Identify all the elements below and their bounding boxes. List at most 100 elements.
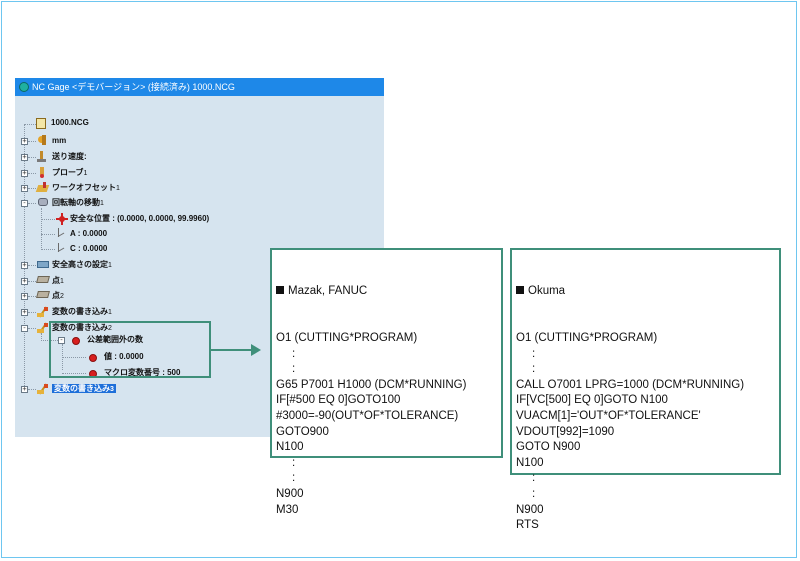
variable-write-3-node-index: 3 [110, 386, 114, 393]
rotary-move-node-index: 1 [100, 200, 104, 207]
unit-node-label: mm [52, 136, 67, 145]
tree-connector [28, 312, 36, 313]
tree-connector [28, 157, 36, 158]
tree-connector [24, 124, 25, 392]
variable-write-1-node-label: 変数の書き込み [52, 307, 108, 316]
offset-icon [35, 182, 50, 193]
expand-icon[interactable]: + [21, 138, 28, 145]
code-line: : [276, 347, 296, 360]
variable-write-1-node[interactable]: 変数の書き込み1 [52, 305, 112, 319]
point-icon [36, 290, 50, 299]
rotary-move-node[interactable]: 回転軸の移動1 [52, 196, 104, 210]
expand-icon[interactable]: + [21, 293, 28, 300]
expand-icon[interactable]: + [21, 170, 28, 177]
code-line: IF[#500 EQ 0]GOTO100 [276, 394, 401, 407]
variable-icon [37, 322, 49, 334]
window-title: NC Gage <デモバージョン> (接続済み) 1000.NCG [32, 82, 235, 92]
point-2-node[interactable]: 点2 [52, 289, 64, 303]
code-header-label: Okuma [528, 285, 566, 298]
tree-connector [28, 141, 36, 142]
axis-c-node-label: C : 0.0000 [70, 244, 108, 253]
title-bar: NC Gage <デモバージョン> (接続済み) 1000.NCG [15, 78, 384, 96]
expand-icon[interactable]: + [21, 262, 28, 269]
code-line: VDOUT[992]=1090 [516, 425, 615, 438]
mazak-fanuc-code-panel: Mazak, FANUC O1 (CUTTING*PROGRAM) : : G65… [270, 248, 503, 516]
axis-c-node[interactable]: C : 0.0000 [70, 242, 107, 256]
tree-connector [41, 234, 55, 235]
expand-icon[interactable]: + [21, 185, 28, 192]
point-2-node-label: 点 [52, 291, 60, 300]
tree-connector [28, 389, 36, 390]
code-line: GOTO900 [276, 425, 329, 438]
code-header: Mazak, FANUC [276, 284, 497, 300]
arrow-line [211, 349, 255, 351]
tree-connector [28, 203, 36, 204]
feed-rate-node[interactable]: 送り速度: [52, 150, 87, 164]
unit-node[interactable]: mm [52, 134, 66, 148]
tree-connector [28, 328, 36, 329]
file-icon [36, 118, 46, 129]
axis-a-node-label: A : 0.0000 [70, 229, 108, 238]
code-line: #3000=-90(OUT*OF*TOLERANCE) [276, 409, 459, 422]
code-lines: O1 (CUTTING*PROGRAM) : : G65 P7001 H1000 … [276, 331, 497, 518]
code-line: : [516, 472, 536, 485]
probe-node-index: 1 [83, 170, 88, 177]
height-icon [37, 259, 50, 269]
tree-connector [41, 249, 55, 250]
variable-write-3-node[interactable]: 変数の書き込み3 [52, 382, 116, 396]
expand-icon[interactable]: + [21, 278, 28, 285]
code-header: Okuma [516, 284, 775, 300]
probe-icon [37, 167, 47, 179]
tree-connector [41, 208, 42, 248]
safe-height-node-index: 1 [108, 262, 112, 269]
point-1-node-index: 1 [60, 278, 64, 285]
collapse-icon[interactable]: - [21, 200, 28, 207]
tree-root[interactable]: 1000.NCG [51, 116, 89, 130]
code-line: G65 P7001 H1000 (DCM*RUNNING) [276, 378, 467, 391]
code-line: : [276, 472, 296, 485]
probe-node[interactable]: プローブ1 [52, 166, 87, 180]
tree-connector [28, 188, 36, 189]
highlight-box [49, 321, 211, 378]
point-icon [36, 275, 50, 284]
code-line: RTS [516, 519, 539, 532]
code-line: N100 [276, 441, 304, 454]
axis-icon [56, 243, 66, 253]
code-line: IF[VC[500] EQ 0]GOTO N100 [516, 394, 668, 407]
safe-position-node[interactable]: 安全な位置 : (0.0000, 0.0000, 99.9960) [70, 212, 209, 226]
expand-icon[interactable]: + [21, 154, 28, 161]
code-line: : [516, 347, 536, 360]
code-line: : [276, 456, 296, 469]
code-line: : [516, 487, 536, 500]
safe-height-node[interactable]: 安全高さの設定1 [52, 258, 112, 272]
point-2-node-index: 2 [60, 293, 64, 300]
work-offset-node-index: 1 [116, 185, 120, 192]
variable-write-1-node-index: 1 [108, 309, 112, 316]
collapse-icon[interactable]: - [21, 325, 28, 332]
variable-write-3-node-label: 変数の書き込み3 [52, 384, 116, 393]
tree-connector [28, 281, 36, 282]
code-line: N900 [516, 503, 544, 516]
code-line: GOTO N900 [516, 441, 581, 454]
code-line: O1 (CUTTING*PROGRAM) [276, 331, 418, 344]
rotary-move-node-label: 回転軸の移動 [52, 198, 100, 207]
safe-height-node-label: 安全高さの設定 [52, 260, 108, 269]
expand-icon[interactable]: + [21, 386, 28, 393]
variable-icon [37, 383, 49, 395]
code-line: O1 (CUTTING*PROGRAM) [516, 331, 658, 344]
safe-position-node-label: 安全な位置 : (0.0000, 0.0000, 99.9960) [70, 214, 210, 223]
code-line: N100 [516, 456, 544, 469]
axis-a-node[interactable]: A : 0.0000 [70, 227, 107, 241]
axis-icon [56, 228, 66, 238]
square-bullet-icon [276, 286, 284, 295]
tree-connector [28, 173, 36, 174]
expand-icon[interactable]: + [21, 309, 28, 316]
point-1-node[interactable]: 点1 [52, 274, 64, 288]
probe-node-label: プローブ [52, 168, 84, 177]
feed-rate-node-label: 送り速度: [52, 152, 87, 161]
tree-root-label: 1000.NCG [51, 118, 89, 127]
work-offset-node[interactable]: ワークオフセット1 [52, 181, 120, 195]
tree-connector [28, 296, 36, 297]
code-line: : [516, 363, 536, 376]
arrow-head-icon [251, 344, 261, 356]
